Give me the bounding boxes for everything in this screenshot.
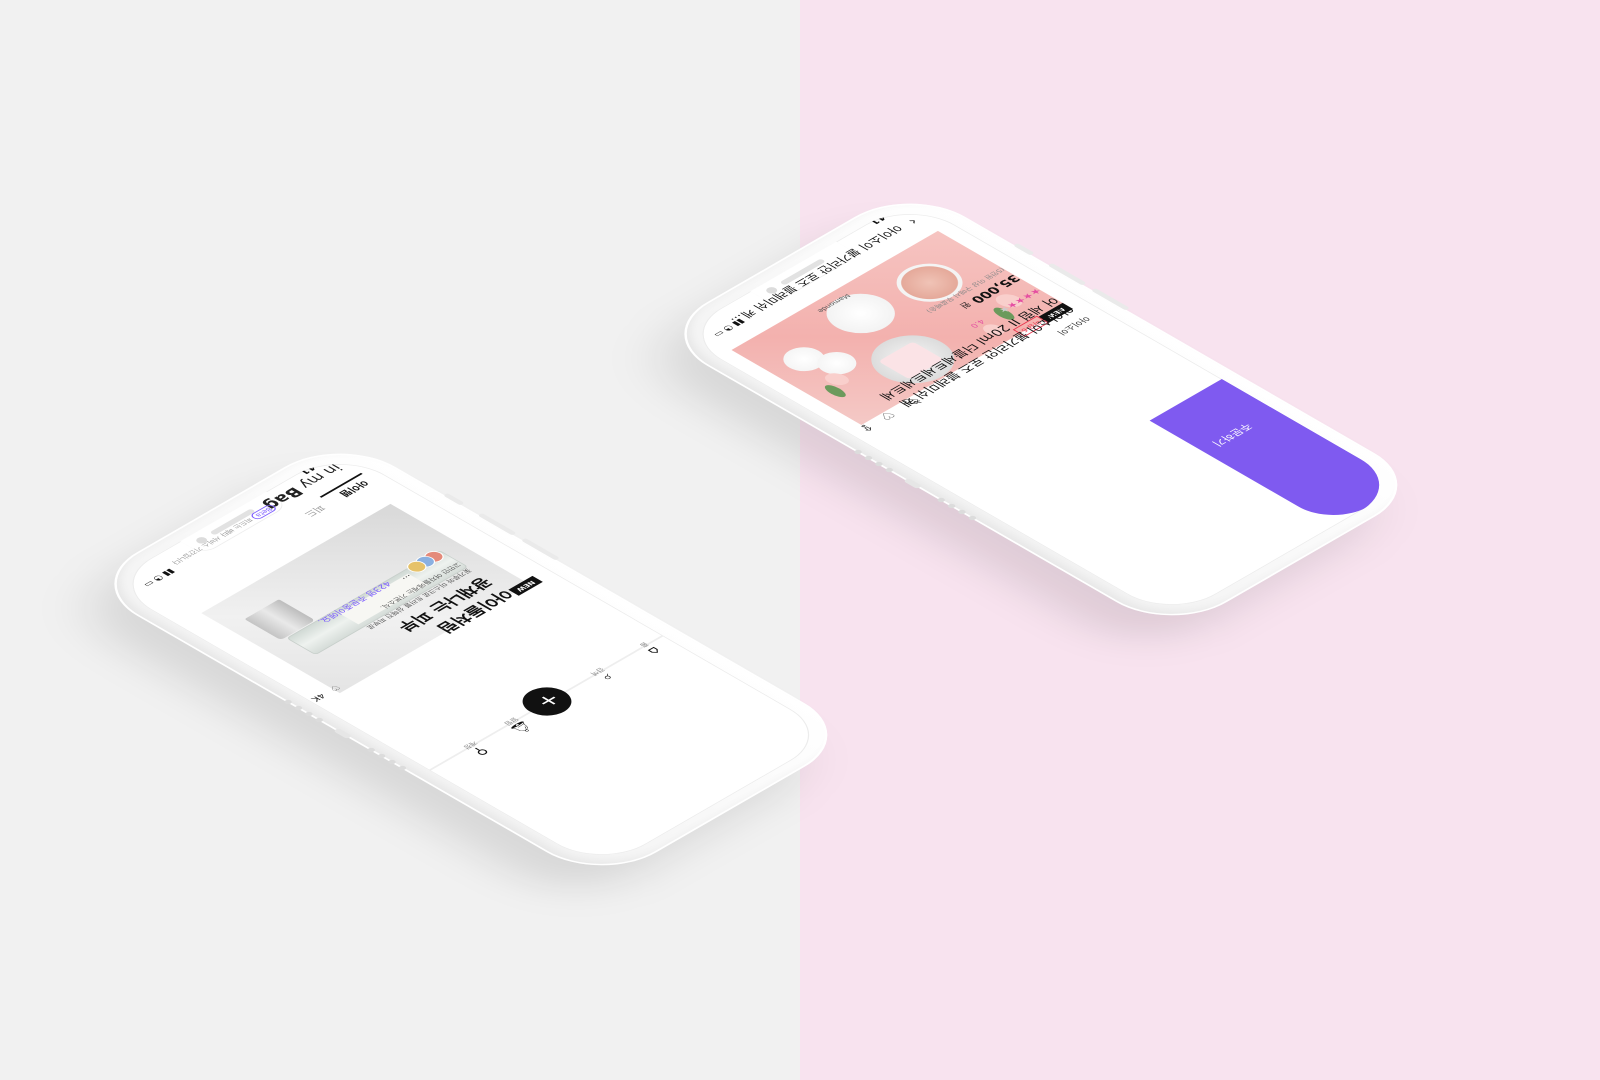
nav-search[interactable]: ⌕ 검색 — [587, 666, 619, 684]
order-button-label: 주문하기 — [1208, 421, 1255, 448]
tab-feed[interactable]: 피드 — [301, 503, 330, 520]
nav-account[interactable]: ⚲ 계정 — [460, 739, 492, 758]
like-count: 4K — [308, 691, 327, 703]
leaf-shape — [821, 383, 850, 400]
jar-lid-shape — [812, 285, 910, 342]
signal-wifi-battery-icons: ▮▮ ◔ ▭ — [140, 567, 177, 589]
tab-items[interactable]: 아이템 — [336, 478, 373, 499]
share-icon[interactable]: ⇪ — [854, 421, 876, 434]
back-icon[interactable]: ‹ — [904, 216, 923, 227]
nav-alerts[interactable]: 🔔︎ 알림 — [499, 714, 536, 736]
